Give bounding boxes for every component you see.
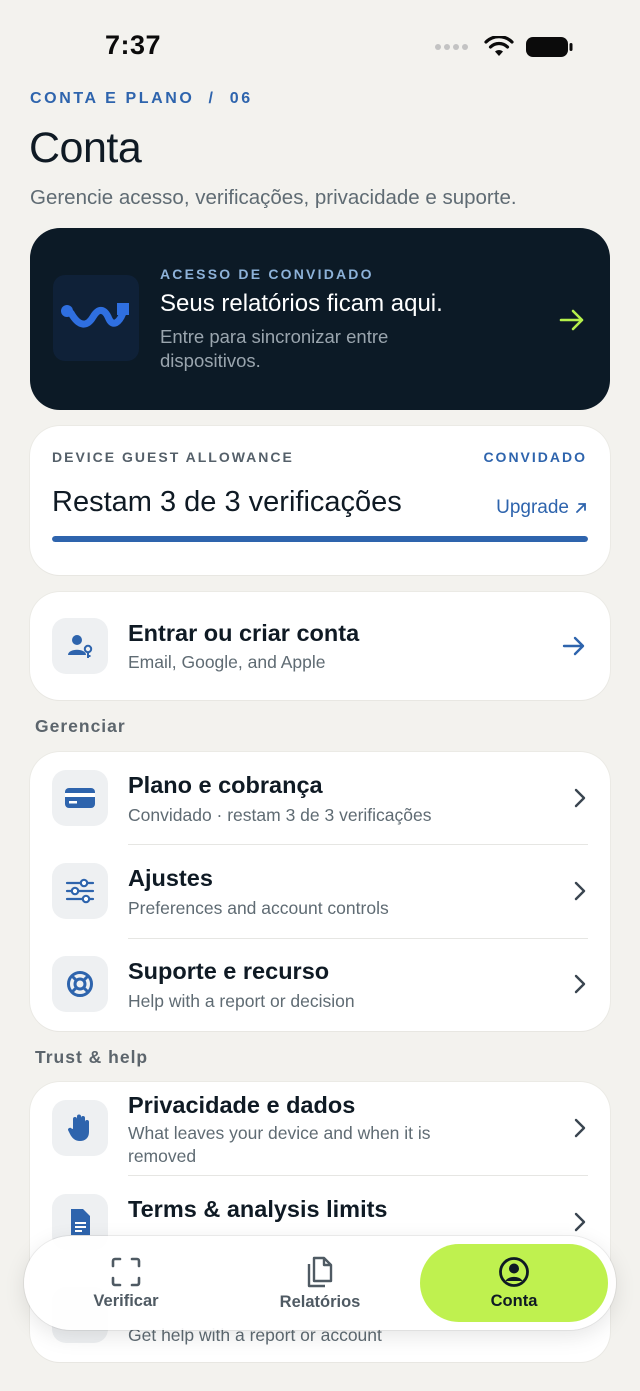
- signin-card[interactable]: Entrar ou criar conta Email, Google, and…: [30, 592, 610, 700]
- tab-reports-label: Relatórios: [279, 1292, 361, 1311]
- status-time: 7:37: [105, 30, 162, 60]
- status-bar: 7:37: [0, 0, 640, 94]
- section-label-trust: Trust & help: [35, 1047, 149, 1067]
- terms-title: Terms & analysis limits: [128, 1196, 388, 1222]
- support-title: Suporte e recurso: [128, 958, 330, 984]
- list-item-support[interactable]: Suporte e recurso Help with a report or …: [30, 938, 610, 1031]
- tab-bar: Verificar Relatórios Conta: [24, 1236, 616, 1330]
- breadcrumb: CONTA E PLANO / 06: [30, 90, 253, 107]
- list-item-privacy[interactable]: Privacidade e dados What leaves your dev…: [30, 1082, 610, 1175]
- allowance-progress-bar: [52, 536, 588, 542]
- chevron-right-icon: [574, 1212, 586, 1232]
- signin-title: Entrar ou criar conta: [128, 620, 360, 646]
- privacy-title: Privacidade e dados: [128, 1092, 356, 1118]
- chevron-right-icon: [574, 788, 586, 808]
- page-title: Conta: [29, 124, 142, 172]
- chevron-right-icon: [574, 974, 586, 994]
- hand-icon: [52, 1100, 108, 1156]
- chevron-right-icon: [574, 881, 586, 901]
- signin-subtitle: Email, Google, and Apple: [128, 652, 326, 672]
- upgrade-label: Upgrade: [496, 497, 569, 518]
- tab-verify[interactable]: Verificar: [38, 1244, 214, 1322]
- chevron-right-icon: [574, 1118, 586, 1138]
- list-item-settings[interactable]: Ajustes Preferences and account controls: [30, 845, 610, 938]
- billing-title: Plano e cobrança: [128, 772, 323, 798]
- upgrade-link[interactable]: Upgrade: [496, 497, 587, 519]
- tab-verify-label: Verificar: [93, 1291, 159, 1310]
- settings-subtitle: Preferences and account controls: [128, 898, 389, 918]
- arrow-right-icon[interactable]: [558, 306, 586, 334]
- app-logo: [53, 275, 139, 361]
- guest-allowance-card: DEVICE GUEST ALLOWANCE CONVIDADO Restam …: [30, 426, 610, 575]
- page-subtitle: Gerencie acesso, verificações, privacida…: [30, 186, 517, 209]
- cellular-signal-icon: [435, 44, 468, 50]
- section-label-manage: Gerenciar: [35, 716, 126, 736]
- tab-account-label: Conta: [490, 1291, 538, 1310]
- documents-icon: [307, 1256, 333, 1287]
- manage-card: Plano e cobrança Convidado · restam 3 de…: [30, 752, 610, 1031]
- lifebuoy-icon: [52, 956, 108, 1012]
- wave-logo-icon: [61, 303, 129, 328]
- sliders-icon: [52, 863, 108, 919]
- scan-icon: [111, 1257, 141, 1286]
- external-arrow-icon: [576, 503, 586, 513]
- plan-badge: CONVIDADO: [483, 449, 587, 465]
- guest-access-title: Seus relatórios ficam aqui.: [160, 290, 443, 317]
- guest-access-subtitle: Entre para sincronizar entre dispositivo…: [160, 326, 389, 371]
- billing-subtitle: Convidado · restam 3 de 3 verificações: [128, 805, 432, 825]
- card-icon: [52, 770, 108, 826]
- allowance-progress-fill: [52, 536, 588, 542]
- allowance-eyebrow: DEVICE GUEST ALLOWANCE: [52, 449, 294, 465]
- battery-icon: [526, 37, 573, 57]
- list-item-billing[interactable]: Plano e cobrança Convidado · restam 3 de…: [30, 752, 610, 845]
- checks-remaining: Restam 3 de 3 verificações: [52, 486, 402, 518]
- wifi-icon: [484, 36, 514, 56]
- guest-access-card[interactable]: ACESSO DE CONVIDADO Seus relatórios fica…: [30, 228, 610, 410]
- account-icon: [499, 1256, 529, 1287]
- tab-reports[interactable]: Relatórios: [232, 1244, 408, 1322]
- guest-access-eyebrow: ACESSO DE CONVIDADO: [160, 266, 374, 282]
- settings-title: Ajustes: [128, 865, 213, 891]
- privacy-subtitle: What leaves your device and when it is r…: [128, 1123, 431, 1166]
- user-key-icon: [52, 618, 108, 674]
- support-subtitle: Help with a report or decision: [128, 991, 355, 1011]
- status-icons: [435, 36, 574, 58]
- tab-account[interactable]: Conta: [420, 1244, 608, 1322]
- arrow-right-icon: [562, 636, 585, 656]
